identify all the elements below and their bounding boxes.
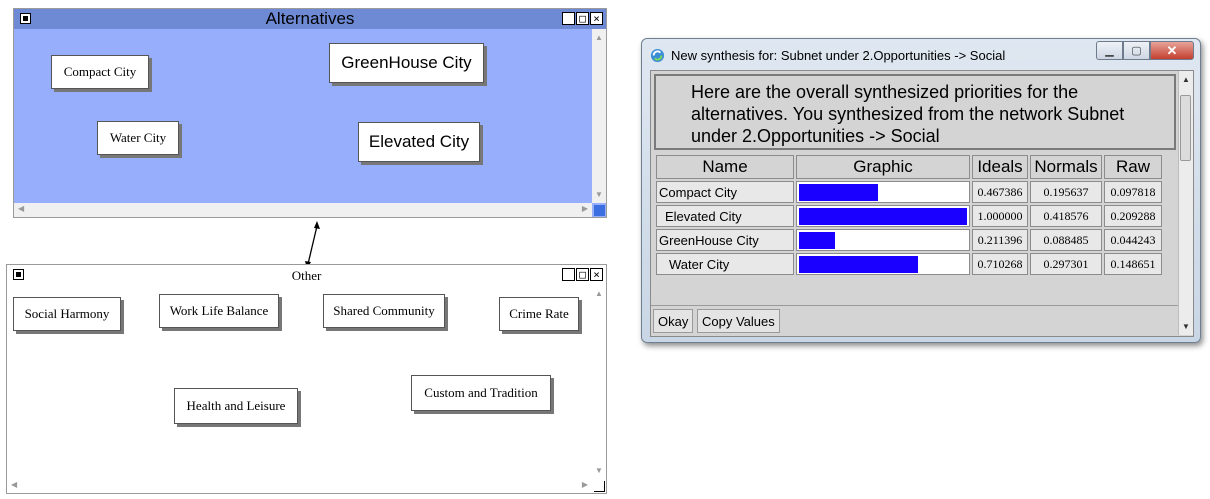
scroll-left-arrow-icon[interactable]: ◀: [11, 480, 17, 489]
normals-value: 0.195637: [1030, 181, 1102, 203]
ideals-value: 1.000000: [972, 205, 1028, 227]
synthesis-description-text: Here are the overall synthesized priorit…: [691, 82, 1125, 146]
other-canvas[interactable]: Social Harmony Work Life Balance Shared …: [7, 285, 592, 479]
ideals-value: 0.211396: [972, 229, 1028, 251]
column-header-ideals[interactable]: Ideals: [972, 155, 1028, 179]
resize-grip[interactable]: [594, 481, 605, 492]
dialog-content: Here are the overall synthesized priorit…: [650, 70, 1194, 337]
minimize-button[interactable]: _: [562, 268, 575, 281]
scroll-down-arrow-icon[interactable]: ▼: [595, 466, 603, 475]
graphic-cell: [796, 205, 970, 227]
vertical-scrollbar[interactable]: ▲ ▼: [592, 29, 606, 203]
scroll-down-arrow-icon[interactable]: ▼: [1182, 322, 1190, 331]
alternatives-title-bar[interactable]: Alternatives _ □ ×: [14, 9, 606, 29]
node-greenhouse-city[interactable]: GreenHouse City: [329, 43, 484, 83]
dialog-title-bar[interactable]: New synthesis for: Subnet under 2.Opport…: [650, 42, 1080, 68]
row-name: Elevated City: [656, 205, 794, 227]
alternatives-title: Alternatives: [265, 9, 355, 28]
priority-bar: [799, 208, 967, 225]
priority-bar: [799, 232, 835, 249]
graphic-cell: [796, 181, 970, 203]
raw-value: 0.148651: [1104, 253, 1162, 275]
column-header-graphic[interactable]: Graphic: [796, 155, 970, 179]
table-row[interactable]: Water City 0.710268 0.297301 0.148651: [656, 253, 1162, 275]
maximize-button[interactable]: □: [576, 268, 589, 281]
node-social-harmony[interactable]: Social Harmony: [13, 297, 121, 331]
ideals-value: 0.467386: [972, 181, 1028, 203]
other-title-bar[interactable]: Other _ □ ×: [7, 265, 606, 285]
scroll-left-arrow-icon[interactable]: ◀: [18, 204, 24, 213]
graphic-cell: [796, 253, 970, 275]
column-header-normals[interactable]: Normals: [1030, 155, 1102, 179]
node-shared-community[interactable]: Shared Community: [323, 294, 445, 328]
priority-bar: [799, 256, 919, 273]
table-row[interactable]: GreenHouse City 0.211396 0.088485 0.0442…: [656, 229, 1162, 251]
dialog-title: New synthesis for: Subnet under 2.Opport…: [671, 47, 1006, 63]
scroll-thumb[interactable]: [1180, 95, 1191, 161]
scroll-up-arrow-icon[interactable]: ▲: [595, 33, 603, 42]
refresh-app-icon: [650, 48, 665, 62]
horizontal-scrollbar[interactable]: ◀ ▶: [14, 203, 592, 217]
graphic-cell: [796, 229, 970, 251]
normals-value: 0.088485: [1030, 229, 1102, 251]
node-health-and-leisure[interactable]: Health and Leisure: [174, 388, 298, 424]
dialog-button-bar: Okay Copy Values: [651, 305, 1181, 336]
horizontal-scrollbar[interactable]: ◀ ▶: [7, 479, 592, 493]
raw-value: 0.209288: [1104, 205, 1162, 227]
node-elevated-city[interactable]: Elevated City: [358, 122, 480, 162]
dialog-close-button[interactable]: ✕: [1150, 41, 1194, 60]
table-row[interactable]: Elevated City 1.000000 0.418576 0.209288: [656, 205, 1162, 227]
synthesis-description: Here are the overall synthesized priorit…: [654, 74, 1176, 150]
row-name: Compact City: [656, 181, 794, 203]
ideals-value: 0.710268: [972, 253, 1028, 275]
normals-value: 0.418576: [1030, 205, 1102, 227]
alternatives-canvas[interactable]: Compact City GreenHouse City Water City …: [14, 29, 592, 203]
minimize-button[interactable]: _: [562, 12, 575, 25]
cluster-connection-arrow: [305, 221, 320, 269]
other-cluster-window: Other _ □ × Social Harmony Work Life Bal…: [6, 264, 607, 494]
alternatives-cluster-window: Alternatives _ □ × Compact City GreenHou…: [13, 8, 607, 218]
normals-value: 0.297301: [1030, 253, 1102, 275]
maximize-button[interactable]: □: [576, 12, 589, 25]
scroll-right-arrow-icon[interactable]: ▶: [582, 204, 588, 213]
okay-button[interactable]: Okay: [653, 309, 694, 333]
other-title: Other: [291, 268, 322, 283]
vertical-scrollbar[interactable]: ▲ ▼: [592, 285, 606, 479]
dialog-vertical-scrollbar[interactable]: ▲ ▼: [1178, 71, 1193, 335]
dialog-minimize-button[interactable]: ▁: [1096, 41, 1123, 60]
row-name: GreenHouse City: [656, 229, 794, 251]
close-button[interactable]: ×: [590, 268, 603, 281]
priority-bar: [799, 184, 878, 201]
scroll-down-arrow-icon[interactable]: ▼: [595, 190, 603, 199]
node-work-life-balance[interactable]: Work Life Balance: [159, 294, 279, 328]
raw-value: 0.044243: [1104, 229, 1162, 251]
node-compact-city[interactable]: Compact City: [51, 55, 149, 89]
scroll-right-arrow-icon[interactable]: ▶: [582, 480, 588, 489]
dialog-maximize-button[interactable]: ▢: [1123, 41, 1150, 60]
scroll-up-arrow-icon[interactable]: ▲: [595, 289, 603, 298]
copy-values-button[interactable]: Copy Values: [697, 309, 780, 333]
row-name: Water City: [656, 253, 794, 275]
column-header-raw[interactable]: Raw: [1104, 155, 1162, 179]
synthesis-dialog: New synthesis for: Subnet under 2.Opport…: [641, 38, 1201, 343]
raw-value: 0.097818: [1104, 181, 1162, 203]
scroll-up-arrow-icon[interactable]: ▲: [1182, 75, 1190, 84]
synthesis-table: Name Graphic Ideals Normals Raw Compact …: [654, 153, 1164, 277]
node-custom-and-tradition[interactable]: Custom and Tradition: [411, 375, 551, 411]
table-row[interactable]: Compact City 0.467386 0.195637 0.097818: [656, 181, 1162, 203]
node-water-city[interactable]: Water City: [97, 121, 179, 155]
resize-grip[interactable]: [594, 205, 605, 216]
column-header-name[interactable]: Name: [656, 155, 794, 179]
close-button[interactable]: ×: [590, 12, 603, 25]
node-crime-rate[interactable]: Crime Rate: [499, 297, 579, 331]
